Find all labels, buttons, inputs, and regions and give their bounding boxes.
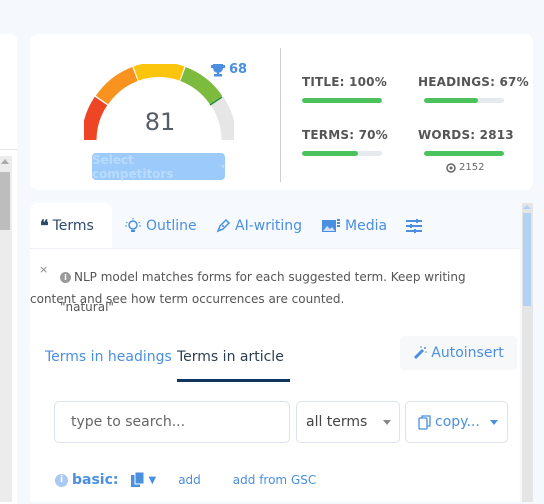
metric-words-label: WORDS: 2813 — [418, 128, 514, 142]
tab-terms-label: Terms — [52, 217, 94, 234]
left-divider — [0, 149, 17, 150]
metric-words-bar-fill — [424, 151, 504, 156]
subtab-terms-in-article[interactable]: Terms in article — [177, 349, 284, 365]
autoinsert-button[interactable]: Autoinsert — [400, 336, 517, 370]
metric-title: TITLE: 100% — [302, 75, 387, 103]
caret-down-icon — [383, 420, 391, 425]
copy-label: copy... — [435, 414, 480, 430]
lightbulb-icon — [125, 217, 141, 232]
active-subtab-indicator — [177, 379, 290, 382]
info-icon[interactable]: i — [55, 473, 68, 487]
basic-terms-header: i basic: ▼ add add from GSC — [55, 472, 316, 488]
metric-terms-label: TERMS: 70% — [302, 128, 388, 142]
metric-headings-label: HEADINGS: 67% — [418, 75, 529, 89]
gauge-segment-empty — [210, 96, 234, 141]
pen-icon — [216, 218, 231, 233]
metric-terms-bar — [302, 151, 382, 156]
left-scroll-thumb[interactable] — [0, 172, 10, 230]
left-scrollbar[interactable] — [0, 156, 12, 502]
add-term-link[interactable]: add — [178, 473, 201, 487]
target-icon — [446, 162, 456, 173]
copy-icon[interactable] — [130, 472, 145, 488]
metric-headings: HEADINGS: 67% — [418, 75, 529, 103]
tab-outline-label: Outline — [146, 217, 197, 234]
metric-headings-bar-fill — [424, 98, 478, 103]
gauge-segment-orange — [95, 66, 138, 105]
caret-down-icon: ▾ — [220, 162, 225, 171]
sliders-icon — [406, 218, 422, 233]
magic-wand-icon — [414, 346, 428, 360]
tab-ai-writing-label: AI-writing — [235, 217, 302, 234]
terms-filter-select[interactable]: all terms — [296, 401, 400, 443]
copy-icon — [418, 414, 431, 430]
words-target-value: 2152 — [459, 162, 485, 173]
metric-words: WORDS: 2813 — [418, 128, 514, 156]
main-scroll-thumb[interactable] — [523, 213, 531, 306]
target-score: 68 — [210, 62, 247, 77]
metric-headings-bar — [424, 98, 504, 103]
gauge-segment-green — [180, 66, 223, 105]
copy-dropdown-button[interactable]: copy... — [405, 401, 508, 443]
metric-terms-bar-fill — [302, 151, 358, 156]
subtab-terms-in-headings[interactable]: Terms in headings — [45, 349, 172, 365]
select-competitors-button[interactable]: Select competitors ▾ — [92, 152, 225, 181]
autoinsert-label: Autoinsert — [431, 345, 504, 361]
words-target: 2152 — [446, 162, 484, 173]
info-icon: i — [60, 272, 71, 283]
metric-title-bar — [302, 98, 382, 103]
tab-media[interactable]: Media — [321, 203, 387, 248]
metric-words-bar — [424, 151, 504, 156]
gauge-segment-yellow — [133, 64, 185, 81]
basic-label: basic: — [72, 472, 119, 488]
gauge-segment-red — [84, 96, 108, 141]
image-icon — [322, 219, 340, 232]
vertical-divider — [280, 48, 281, 182]
main-scrollbar[interactable] — [522, 203, 533, 502]
caret-down-icon — [489, 419, 498, 425]
target-score-value: 68 — [229, 62, 248, 77]
select-competitors-label: Select competitors — [92, 152, 174, 181]
tab-settings[interactable] — [405, 203, 423, 248]
add-from-gsc-link[interactable]: add from GSC — [233, 473, 316, 487]
tab-media-label: Media — [345, 217, 388, 234]
metric-title-bar-fill — [302, 98, 382, 103]
score-value: 81 — [144, 108, 176, 136]
notice-line-2: content and see how term occurrences are… — [30, 292, 345, 306]
close-notice-button[interactable]: × — [39, 263, 48, 276]
quote-icon: ❝ — [40, 216, 49, 235]
scroll-up-arrow-icon[interactable] — [523, 205, 531, 209]
trophy-icon — [211, 63, 225, 76]
metric-terms: TERMS: 70% — [302, 128, 388, 156]
caret-down-icon[interactable]: ▼ — [149, 475, 157, 486]
terms-filter-value: all terms — [306, 414, 368, 430]
tab-terms[interactable]: ❝ Terms — [30, 203, 112, 248]
metric-title-label: TITLE: 100% — [302, 75, 387, 89]
search-input[interactable] — [54, 401, 290, 443]
tab-ai-writing[interactable]: AI-writing — [216, 203, 302, 248]
tab-outline[interactable]: Outline — [124, 203, 197, 248]
tabs-divider — [30, 248, 520, 249]
scroll-up-arrow-icon[interactable] — [1, 159, 9, 164]
